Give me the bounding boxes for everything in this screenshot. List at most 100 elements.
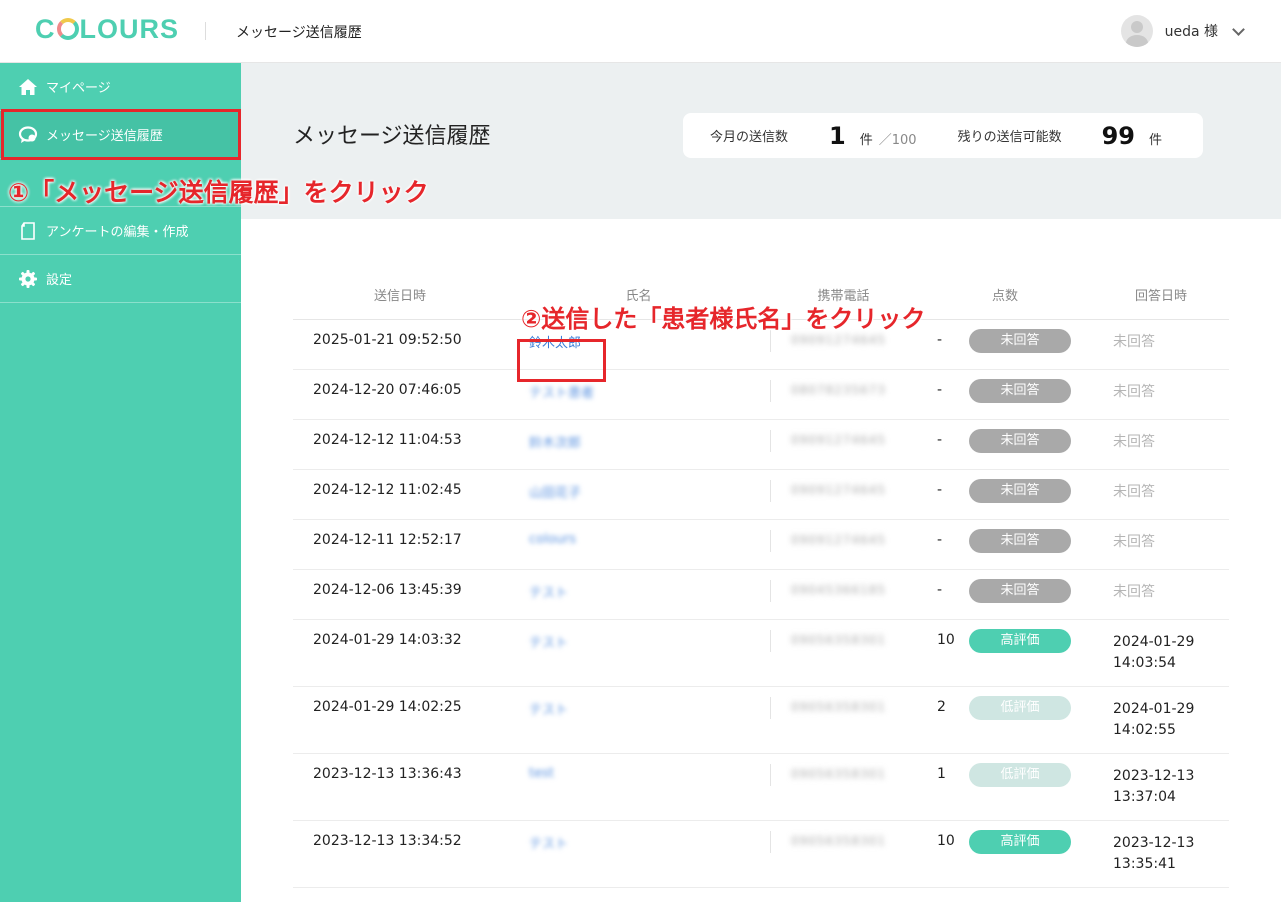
highlight-box-name [517,339,606,382]
table-row: 2023-12-13 13:34:52 テスト 09056358301 10 高評価 20… [293,821,1229,888]
phone-number-text: 09056358301 [791,700,886,714]
phone-number-text: 09091274645 [791,483,886,497]
score-cell: 10 高評価 [917,821,1093,887]
monthly-send-count: 1 [829,121,846,150]
send-stats-card: 今月の送信数 1 件 ／100 残りの送信可能数 99 件 [683,113,1203,158]
phone-number: 09056358301 [770,831,917,853]
status-badge: 未回答 [969,479,1071,503]
phone-number: 09091274645 [770,480,917,502]
phone-number: 09045366185 [770,580,917,602]
score-value: - [937,332,943,348]
sent-date: 2025-01-21 09:52:50 [313,332,462,348]
header-sent-date: 送信日時 [373,289,426,304]
logo-o-mark [56,18,79,40]
status-badge: 未回答 [969,379,1071,403]
phone-number: 09091274645 [770,530,917,552]
phone-number-text: 09056358301 [791,633,886,647]
answer-date: 未回答 [1113,434,1155,450]
phone-number: 09091274645 [770,430,917,452]
table-row: 2024-01-29 14:03:32 テスト 09056358301 10 高評価 20… [293,620,1229,687]
phone-number-text: 09056358301 [791,767,886,781]
score-value: 10 [937,632,955,648]
answer-date: 2024-01-29 14:02:55 [1113,701,1195,738]
document-icon [18,221,38,241]
phone-number-text: 09045366185 [791,583,886,597]
annotation-step-2: ②送信した「患者様氏名」をクリック [521,305,926,333]
status-badge: 高評価 [969,830,1071,854]
header-answer-date: 回答日時 [1134,289,1187,304]
answer-date: 未回答 [1113,484,1155,500]
score-value: 10 [937,833,955,849]
remaining-send-unit: 件 [1148,133,1162,148]
phone-number: 09056358301 [770,764,917,786]
patient-name-link[interactable]: テスト [507,570,770,619]
status-badge: 低評価 [969,696,1071,720]
phone-number-text: 09056358301 [791,834,886,848]
sidebar-item-label: マイページ [46,81,111,96]
table-row: 2024-12-12 11:02:45 山田花子 09091274645 - 未回答 未回… [293,470,1229,520]
phone-number: 08078235673 [770,380,917,402]
header-score: 点数 [991,289,1018,304]
annotation-step-1: ①「メッセージ送信履歴」をクリック [8,178,429,207]
table-row: 2023-12-13 13:36:43 test 09056358301 1 低評価 20… [293,754,1229,821]
score-value: 2 [937,699,946,715]
sent-date: 2024-12-12 11:04:53 [313,432,462,448]
header-divider [205,22,206,40]
sidebar-item-survey-edit[interactable]: アンケートの編集・作成 [0,207,241,255]
score-cell: - 未回答 [917,420,1093,469]
patient-name-link[interactable]: 鈴木次郎 [507,420,770,469]
patient-name-link[interactable]: テスト [507,821,770,887]
sidebar-item-label: 設定 [46,273,73,288]
patient-name-link[interactable]: 山田花子 [507,470,770,519]
sent-date: 2024-12-06 13:45:39 [313,582,462,598]
page-title: メッセージ送信履歴 [293,124,491,149]
sidebar-item-label: アンケートの編集・作成 [46,225,189,240]
status-badge: 未回答 [969,579,1071,603]
status-badge: 未回答 [969,329,1071,353]
monthly-send-label: 今月の送信数 [710,130,789,145]
sent-date: 2024-01-29 14:03:32 [313,632,462,648]
top-header: C LOURS メッセージ送信履歴 ueda 様 [0,0,1281,63]
sent-date: 2024-12-12 11:02:45 [313,482,462,498]
sent-date: 2024-12-20 07:46:05 [313,382,462,398]
table-row: 2024-12-06 13:45:39 テスト 09045366185 - 未回答 未回答 [293,570,1229,620]
answer-date: 2023-12-13 13:35:41 [1113,835,1195,872]
table-row: 2024-12-11 12:52:17 colours 09091274645 - 未回… [293,520,1229,570]
remaining-send-count: 99 [1101,121,1135,150]
user-menu[interactable]: ueda 様 [1120,15,1245,47]
patient-name-link[interactable]: test [507,754,770,820]
status-badge: 高評価 [969,629,1071,653]
score-cell: 2 低評価 [917,687,1093,753]
score-cell: - 未回答 [917,520,1093,569]
score-value: - [937,532,943,548]
message-history-table: 送信日時 氏名 携帯電話 点数 回答日時 2025-01-21 09:52:50… [293,270,1229,888]
phone-number-text: 09091274645 [791,333,886,347]
phone-number: 09056358301 [770,630,917,652]
score-value: - [937,432,943,448]
sidebar-item-mypage[interactable]: マイページ [0,63,241,111]
patient-name-link[interactable]: テスト [507,620,770,686]
status-badge: 未回答 [969,429,1071,453]
answer-date: 2024-01-29 14:03:54 [1113,634,1195,671]
home-icon [18,77,38,97]
answer-date: 未回答 [1113,334,1155,350]
phone-number: 09056358301 [770,697,917,719]
answer-date: 未回答 [1113,534,1155,550]
highlight-box-sidebar [1,109,241,160]
colours-logo[interactable]: C LOURS [35,14,179,45]
patient-name-link[interactable]: colours [507,520,770,569]
monthly-send-max: ／100 [878,133,917,148]
sidebar-item-settings[interactable]: 設定 [0,255,241,303]
score-cell: - 未回答 [917,570,1093,619]
answer-date: 未回答 [1113,584,1155,600]
patient-name-link[interactable]: テスト [507,687,770,753]
table-row: 2024-12-12 11:04:53 鈴木次郎 09091274645 - 未回答 未回… [293,420,1229,470]
table-body: 2025-01-21 09:52:50 鈴木太郎 09091274645- 未回答 未回… [293,320,1229,888]
score-cell: - 未回答 [917,370,1093,419]
sent-date: 2024-01-29 14:02:25 [313,699,462,715]
score-value: 1 [937,766,946,782]
score-cell: 10 高評価 [917,620,1093,686]
score-cell: - 未回答 [917,320,1093,369]
status-badge: 低評価 [969,763,1071,787]
score-cell: - 未回答 [917,470,1093,519]
